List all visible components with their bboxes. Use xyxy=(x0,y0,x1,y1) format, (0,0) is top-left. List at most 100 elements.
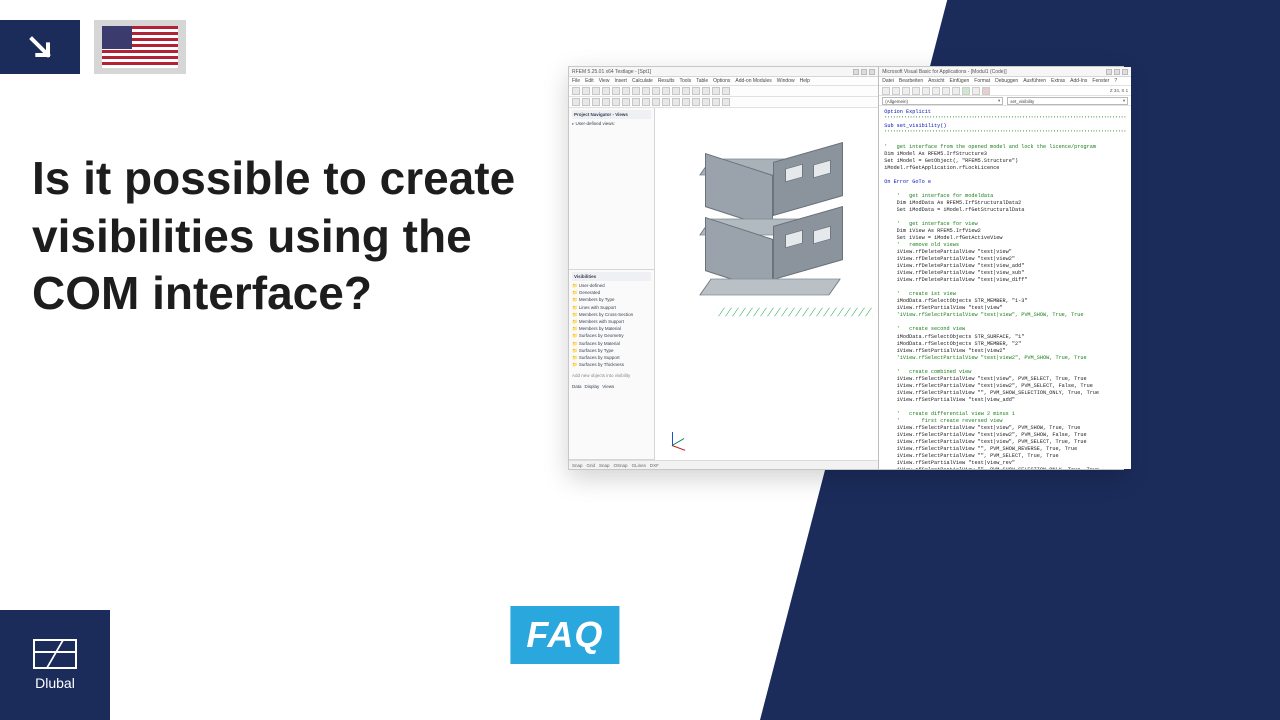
toolbar-button[interactable] xyxy=(662,98,670,106)
status-chip[interactable]: Grid xyxy=(587,463,596,468)
toolbar-button[interactable] xyxy=(672,87,680,95)
vba-combo-row: (Allgemein) set_visibility xyxy=(879,96,1131,106)
menu-item[interactable]: Edit xyxy=(585,78,594,84)
toolbar-button[interactable] xyxy=(702,87,710,95)
toolbar-button[interactable] xyxy=(572,98,580,106)
vis-item[interactable]: Members with Support xyxy=(572,318,651,325)
menu-item[interactable]: Datei xyxy=(882,78,894,84)
toolbar-button[interactable] xyxy=(602,87,610,95)
minimize-icon[interactable] xyxy=(1106,69,1112,75)
menu-item[interactable]: Bearbeiten xyxy=(899,78,923,84)
toolbar-button[interactable] xyxy=(922,87,930,95)
close-icon[interactable] xyxy=(869,69,875,75)
toolbar-button[interactable] xyxy=(572,87,580,95)
menu-item[interactable]: Add-on Modules xyxy=(735,78,771,84)
vis-item[interactable]: Generated xyxy=(572,289,651,296)
toolbar-button[interactable] xyxy=(652,87,660,95)
toolbar-button[interactable] xyxy=(582,87,590,95)
close-icon[interactable] xyxy=(1122,69,1128,75)
vis-item[interactable]: Lines with Support xyxy=(572,304,651,311)
menu-item[interactable]: Ansicht xyxy=(928,78,944,84)
toolbar-button[interactable] xyxy=(632,98,640,106)
toolbar-button[interactable] xyxy=(892,87,900,95)
toolbar-button[interactable] xyxy=(902,87,910,95)
pause-icon[interactable] xyxy=(972,87,980,95)
vis-item[interactable]: Members by Material xyxy=(572,325,651,332)
vis-item[interactable]: Members by Cross-Section xyxy=(572,311,651,318)
maximize-icon[interactable] xyxy=(861,69,867,75)
menu-item[interactable]: Add-Ins xyxy=(1070,78,1087,84)
menu-item[interactable]: Results xyxy=(658,78,675,84)
toolbar-button[interactable] xyxy=(722,98,730,106)
menu-item[interactable]: Calculate xyxy=(632,78,653,84)
menu-item[interactable]: Table xyxy=(696,78,708,84)
toolbar-button[interactable] xyxy=(642,98,650,106)
toolbar-button[interactable] xyxy=(592,98,600,106)
toolbar-button[interactable] xyxy=(702,98,710,106)
status-chip[interactable]: DXF xyxy=(650,463,659,468)
menu-item[interactable]: Debuggen xyxy=(995,78,1018,84)
vis-root[interactable]: User-defined xyxy=(572,282,651,289)
menu-item[interactable]: Ausführen xyxy=(1023,78,1046,84)
menu-item[interactable]: Insert xyxy=(614,78,627,84)
toolbar-button[interactable] xyxy=(672,98,680,106)
menu-item[interactable]: Tools xyxy=(680,78,692,84)
vis-item[interactable]: Surfaces by Support xyxy=(572,354,651,361)
toolbar-button[interactable] xyxy=(662,87,670,95)
menu-item[interactable]: ? xyxy=(1114,78,1117,84)
toolbar-button[interactable] xyxy=(912,87,920,95)
toolbar-button[interactable] xyxy=(882,87,890,95)
toolbar-button[interactable] xyxy=(692,87,700,95)
toolbar-button[interactable] xyxy=(622,98,630,106)
vis-item[interactable]: Members by Type xyxy=(572,296,651,303)
status-chip[interactable]: OSnap xyxy=(614,463,628,468)
toolbar-button[interactable] xyxy=(712,98,720,106)
vis-item[interactable]: Surfaces by Type xyxy=(572,347,651,354)
menu-item[interactable]: Help xyxy=(800,78,810,84)
toolbar-button[interactable] xyxy=(712,87,720,95)
nav-tab[interactable]: Display xyxy=(585,383,600,390)
toolbar-button[interactable] xyxy=(952,87,960,95)
vis-item[interactable]: Surfaces by Geometry xyxy=(572,332,651,339)
status-chip[interactable]: Snap xyxy=(599,463,610,468)
toolbar-button[interactable] xyxy=(592,87,600,95)
minimize-icon[interactable] xyxy=(853,69,859,75)
menu-item[interactable]: Extras xyxy=(1051,78,1065,84)
toolbar-button[interactable] xyxy=(602,98,610,106)
run-icon[interactable] xyxy=(962,87,970,95)
scope-dropdown[interactable]: (Allgemein) xyxy=(882,97,1003,105)
maximize-icon[interactable] xyxy=(1114,69,1120,75)
menu-item[interactable]: Format xyxy=(974,78,990,84)
vba-code-editor[interactable]: Option Explicit ''''''''''''''''''''''''… xyxy=(879,106,1131,469)
model-viewport[interactable] xyxy=(655,108,878,460)
toolbar-button[interactable] xyxy=(932,87,940,95)
language-flag-us[interactable] xyxy=(94,20,186,74)
toolbar-button[interactable] xyxy=(612,98,620,106)
menu-item[interactable]: Options xyxy=(713,78,730,84)
menu-item[interactable]: View xyxy=(599,78,610,84)
toolbar-button[interactable] xyxy=(692,98,700,106)
toolbar-button[interactable] xyxy=(612,87,620,95)
stop-icon[interactable] xyxy=(982,87,990,95)
toolbar-button[interactable] xyxy=(722,87,730,95)
status-chip[interactable]: GLines xyxy=(632,463,646,468)
toolbar-button[interactable] xyxy=(652,98,660,106)
nav-item[interactable]: User-defined views: xyxy=(572,120,651,127)
vis-item[interactable]: Surfaces by Thickness xyxy=(572,361,651,368)
menu-item[interactable]: File xyxy=(572,78,580,84)
nav-tab[interactable]: Views xyxy=(602,383,614,390)
status-chip[interactable]: Snap xyxy=(572,463,583,468)
toolbar-button[interactable] xyxy=(622,87,630,95)
toolbar-button[interactable] xyxy=(582,98,590,106)
toolbar-button[interactable] xyxy=(682,98,690,106)
proc-dropdown[interactable]: set_visibility xyxy=(1007,97,1128,105)
toolbar-button[interactable] xyxy=(682,87,690,95)
toolbar-button[interactable] xyxy=(632,87,640,95)
nav-tab[interactable]: Data xyxy=(572,383,582,390)
menu-item[interactable]: Einfügen xyxy=(950,78,970,84)
toolbar-button[interactable] xyxy=(642,87,650,95)
menu-item[interactable]: Window xyxy=(777,78,795,84)
menu-item[interactable]: Fenster xyxy=(1092,78,1109,84)
toolbar-button[interactable] xyxy=(942,87,950,95)
vis-item[interactable]: Surfaces by Material xyxy=(572,340,651,347)
